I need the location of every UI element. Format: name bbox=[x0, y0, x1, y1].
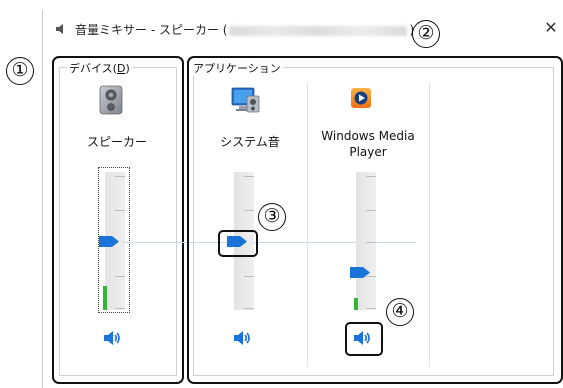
speaker-volume-thumb[interactable] bbox=[99, 236, 119, 247]
system-sounds-channel-name: システム音 bbox=[220, 135, 280, 149]
speaker-title-icon bbox=[56, 24, 63, 34]
wmp-tick bbox=[366, 308, 376, 309]
channel-separator bbox=[307, 82, 308, 367]
speaker-tick bbox=[115, 276, 125, 277]
wmp-peak-meter bbox=[354, 298, 358, 310]
wmp-tick bbox=[366, 210, 376, 211]
channel-separator bbox=[429, 82, 430, 367]
wmp-volume-track[interactable] bbox=[356, 172, 376, 310]
wmp-channel-name: Windows Media Player bbox=[309, 128, 427, 160]
title-bar: 音量ミキサー - スピーカー () ✕ bbox=[43, 10, 563, 48]
system-sounds-volume-thumb[interactable] bbox=[227, 236, 247, 247]
wmp-tick bbox=[366, 242, 376, 243]
speaker-peak-meter bbox=[103, 286, 107, 310]
callout-2: ② bbox=[412, 20, 440, 48]
speaker-device-icon[interactable] bbox=[95, 84, 127, 116]
applications-group-label: アプリケーション bbox=[191, 60, 283, 76]
speaker-tick bbox=[115, 210, 125, 211]
system-sounds-tick bbox=[244, 176, 254, 177]
wmp-tick bbox=[366, 176, 376, 177]
wmp-volume-thumb[interactable] bbox=[350, 267, 370, 278]
system-sounds-tick bbox=[244, 210, 254, 211]
speaker-tick bbox=[115, 176, 125, 177]
system-sounds-tick bbox=[244, 308, 254, 309]
device-group-label: デバイス(D) bbox=[67, 60, 132, 76]
speaker-channel-name: スピーカー bbox=[86, 135, 147, 149]
wmp-name-line1: Windows Media bbox=[321, 129, 415, 143]
system-sounds-mute-button[interactable] bbox=[233, 330, 251, 346]
volume-mixer-window: 音量ミキサー - スピーカー () ✕ デバイス(D) スピーカー bbox=[42, 10, 563, 388]
windows-media-player-icon[interactable] bbox=[349, 86, 381, 118]
speaker-mute-button[interactable] bbox=[103, 330, 121, 346]
blurred-device-name bbox=[229, 25, 408, 36]
speaker-tick bbox=[115, 308, 125, 309]
callout-3: ③ bbox=[258, 203, 286, 231]
wmp-mute-button[interactable] bbox=[353, 330, 371, 346]
wmp-name-line2: Player bbox=[349, 145, 387, 159]
callout-1: ① bbox=[6, 57, 34, 85]
system-sounds-tick bbox=[244, 276, 254, 277]
system-sounds-icon[interactable] bbox=[229, 84, 261, 116]
callout-4: ④ bbox=[386, 298, 414, 326]
close-button[interactable]: ✕ bbox=[541, 18, 561, 38]
window-title: 音量ミキサー - スピーカー () bbox=[75, 21, 414, 38]
